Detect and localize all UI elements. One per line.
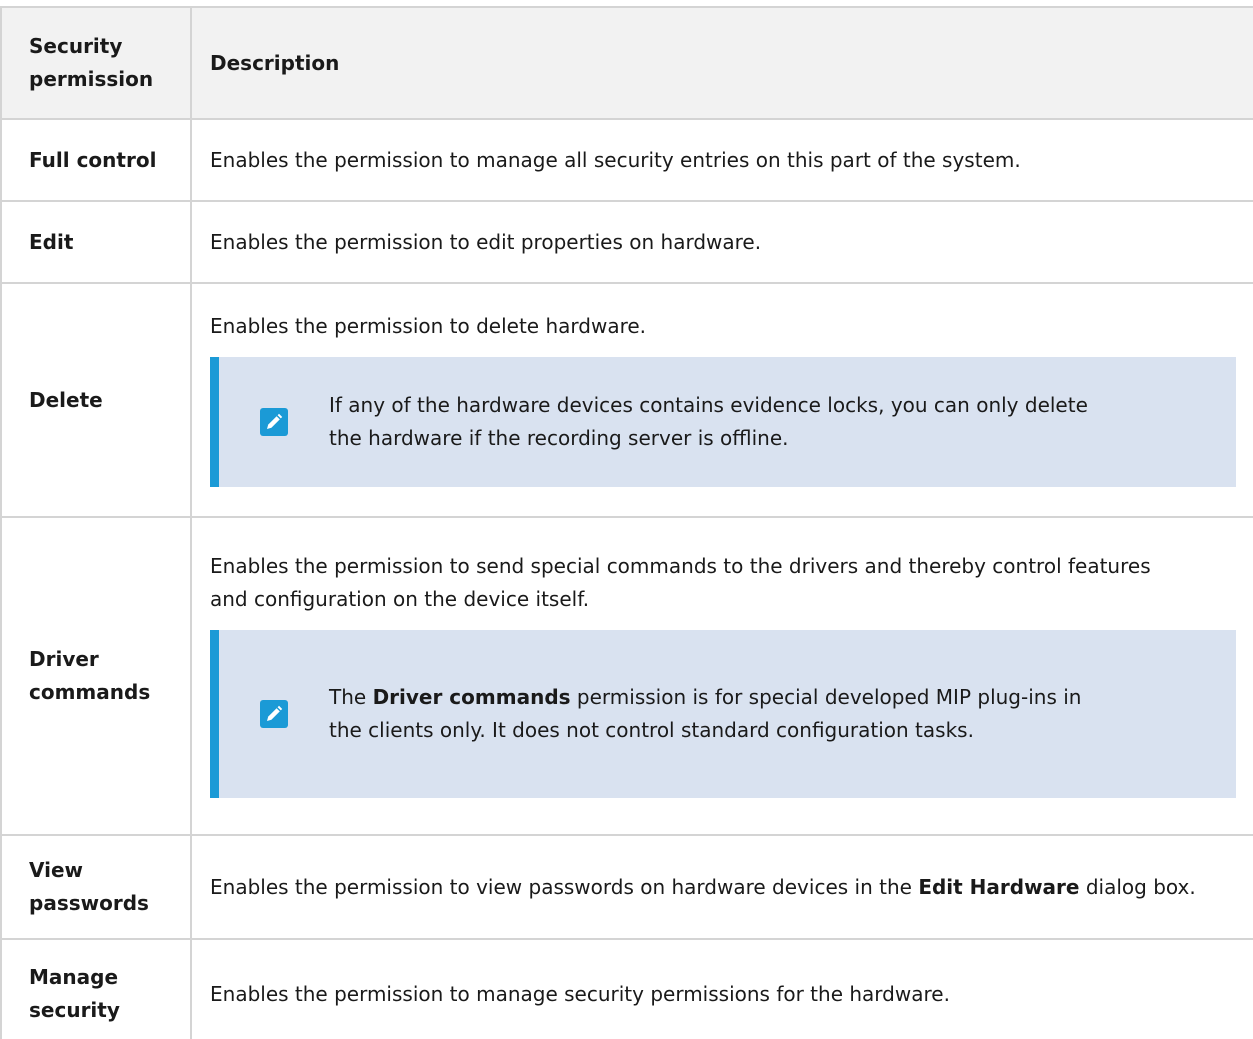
description-text: Enables the permission to send special c… <box>210 554 1151 611</box>
note-icon-container <box>219 700 329 728</box>
note-callout: The Driver commands permission is for sp… <box>210 630 1236 798</box>
table-row: View passwords Enables the permission to… <box>0 834 1253 940</box>
permission-name: Delete <box>0 282 191 518</box>
note-icon-container <box>219 407 329 436</box>
security-permissions-table: Security permission Description Full con… <box>0 6 1253 1039</box>
permission-name: Full control <box>0 118 191 202</box>
description-text: Enables the permission to manage securit… <box>210 981 950 1006</box>
permission-description: Enables the permission to delete hardwar… <box>190 282 1253 518</box>
permission-name: Edit <box>0 200 191 284</box>
permission-description: Enables the permission to send special c… <box>190 516 1253 836</box>
description-text: Enables the permission to view passwords… <box>210 871 1236 904</box>
note-text-bold: Driver commands <box>372 685 571 709</box>
description-bold: Edit Hardware <box>918 874 1080 899</box>
table-row: Delete Enables the permission to delete … <box>0 282 1253 518</box>
note-text: The Driver commands permission is for sp… <box>329 681 1236 747</box>
permission-name: Manage security <box>0 938 191 1039</box>
table-row: Driver commands Enables the permission t… <box>0 516 1253 836</box>
pencil-icon <box>260 700 288 728</box>
column-header-description: Description <box>190 6 1253 120</box>
note-text: If any of the hardware devices contains … <box>329 392 1088 450</box>
permission-name: View passwords <box>0 834 191 940</box>
table-row: Manage security Enables the permission t… <box>0 938 1253 1039</box>
description-prefix: Enables the permission to view passwords… <box>210 874 912 899</box>
pencil-icon <box>260 407 288 436</box>
permission-description: Enables the permission to view passwords… <box>190 834 1253 940</box>
table-row: Edit Enables the permission to edit prop… <box>0 200 1253 284</box>
description-text: Enables the permission to edit propertie… <box>210 229 762 254</box>
table-header-row: Security permission Description <box>0 6 1253 120</box>
note-text-prefix: The <box>329 685 367 709</box>
description-text: Enables the permission to manage all sec… <box>210 147 1021 172</box>
permission-description: Enables the permission to manage all sec… <box>190 118 1253 202</box>
description-text: Enables the permission to delete hardwar… <box>210 313 647 338</box>
description-suffix: dialog box. <box>1085 874 1196 899</box>
table-row: Full control Enables the permission to m… <box>0 118 1253 202</box>
permission-description: Enables the permission to manage securit… <box>190 938 1253 1039</box>
note-callout: If any of the hardware devices contains … <box>210 356 1236 487</box>
document-page: Security permission Description Full con… <box>0 0 1253 1039</box>
permission-name: Driver commands <box>0 516 191 836</box>
permission-description: Enables the permission to edit propertie… <box>190 200 1253 284</box>
column-header-permission: Security permission <box>0 6 191 120</box>
